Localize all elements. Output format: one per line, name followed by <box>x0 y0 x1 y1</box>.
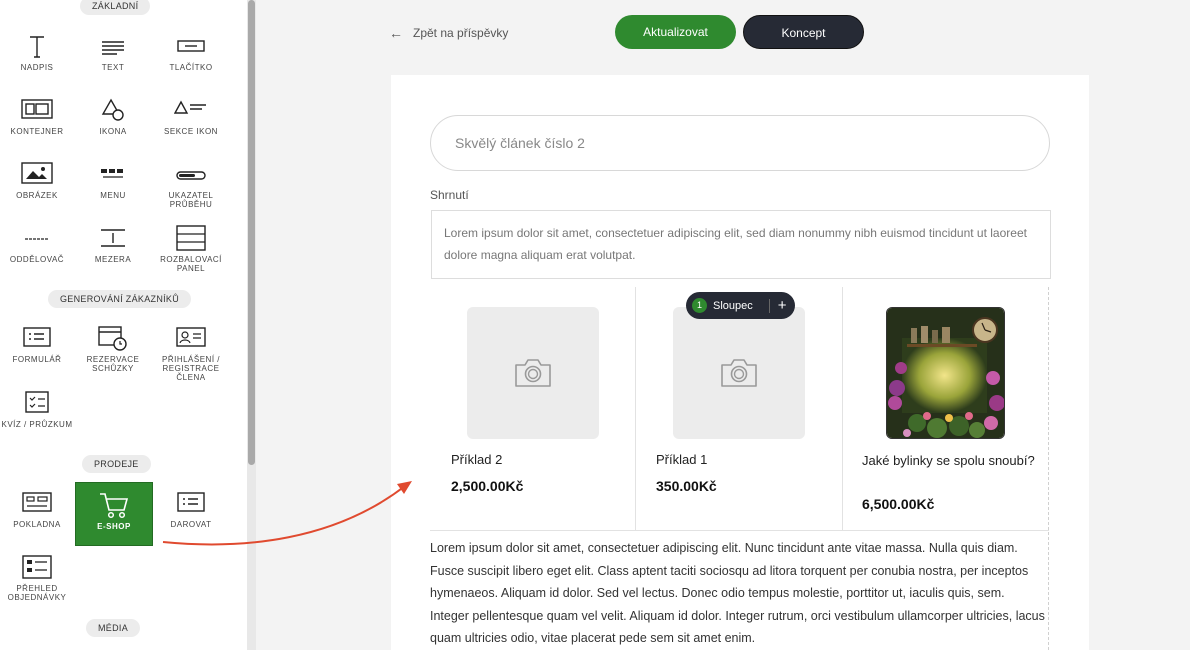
text-icon <box>76 33 150 63</box>
tool-button[interactable]: TLAČÍTKO <box>154 33 228 72</box>
image-icon <box>0 161 74 191</box>
chip-separator <box>768 298 770 313</box>
product-name[interactable]: Příklad 1 <box>656 451 826 469</box>
order-summary-icon <box>0 554 74 584</box>
column-chip-label: Sloupec <box>713 299 753 312</box>
section-media: MÉDIA <box>86 619 141 637</box>
tool-icon[interactable]: IKONA <box>76 97 150 136</box>
drag-hint-arrow <box>162 481 412 546</box>
shapes-icon <box>76 97 150 127</box>
product-price: 6,500.00Kč <box>862 496 935 512</box>
tool-divider[interactable]: ODDĚLOVAČ <box>0 225 74 264</box>
tool-checkout[interactable]: POKLADNA <box>0 490 74 529</box>
tool-order-summary-label: PŘEHLED OBJEDNÁVKY <box>7 584 67 602</box>
tool-booking[interactable]: REZERVACE SCHŮZKY <box>76 325 150 373</box>
back-label: Zpět na příspěvky <box>413 26 509 40</box>
tool-divider-label: ODDĚLOVAČ <box>9 255 65 264</box>
product-price: 2,500.00Kč <box>451 478 524 494</box>
arrow-left-icon: ← <box>389 25 403 41</box>
product-name[interactable]: Jaké bylinky se spolu snoubí? <box>862 452 1042 470</box>
tool-text-label: TEXT <box>101 63 125 72</box>
tool-member-login[interactable]: PŘIHLÁŠENÍ / REGISTRACE ČLENA <box>154 325 228 382</box>
divider-icon <box>0 225 74 255</box>
tool-heading[interactable]: NADPIS <box>0 33 74 72</box>
tool-checkout-label: POKLADNA <box>13 520 61 529</box>
shopping-cart-icon <box>76 490 152 522</box>
post-body-text[interactable]: Lorem ipsum dolor sit amet, consectetuer… <box>430 537 1045 650</box>
calendar-clock-icon <box>76 325 150 355</box>
tool-form-label: FORMULÁŘ <box>12 355 62 364</box>
summary-textarea[interactable]: Lorem ipsum dolor sit amet, consectetuer… <box>431 210 1051 279</box>
tool-eshop[interactable]: E-SHOP <box>75 482 153 546</box>
post-title-input[interactable]: Skvělý článek číslo 2 <box>430 115 1050 171</box>
checklist-icon <box>0 390 74 420</box>
tool-spacer-label: MEZERA <box>94 255 132 264</box>
heading-icon <box>0 33 74 63</box>
tool-collapsible[interactable]: ROZBALOVACÍ PANEL <box>154 225 228 273</box>
column-divider <box>842 287 843 531</box>
tool-eshop-label: E-SHOP <box>97 522 131 531</box>
tool-menu[interactable]: MENU <box>76 161 150 200</box>
tool-button-label: TLAČÍTKO <box>169 63 213 72</box>
tool-progress-label: UKAZATEL PRŮBĚHU <box>168 191 214 209</box>
tool-icon-label: IKONA <box>99 127 127 136</box>
section-basic: ZÁKLADNÍ <box>80 0 151 15</box>
back-to-posts-link[interactable]: ← Zpět na příspěvky <box>389 25 508 41</box>
product-image-placeholder[interactable] <box>673 307 805 439</box>
progress-icon <box>154 161 228 191</box>
member-card-icon <box>154 325 228 355</box>
tool-container-label: KONTEJNER <box>10 127 64 136</box>
column-guide <box>1048 287 1049 650</box>
tool-order-summary[interactable]: PŘEHLED OBJEDNÁVKY <box>0 554 74 602</box>
menu-icon <box>76 161 150 191</box>
product-name[interactable]: Příklad 2 <box>451 451 621 469</box>
tool-quiz-label: KVÍZ / PRŮZKUM <box>1 420 73 429</box>
summary-label: Shrnutí <box>430 188 469 202</box>
form-icon <box>0 325 74 355</box>
column-divider <box>635 287 636 531</box>
scrollbar-thumb[interactable] <box>248 0 255 465</box>
tool-collapsible-label: ROZBALOVACÍ PANEL <box>160 255 222 273</box>
button-icon <box>154 33 228 63</box>
spacer-icon <box>76 225 150 255</box>
tool-image-label: OBRÁZEK <box>16 191 58 200</box>
column-number-badge: 1 <box>692 298 707 313</box>
collapsible-icon <box>154 225 228 255</box>
section-sales: PRODEJE <box>82 455 151 473</box>
herbal-garden-illustration <box>887 308 1004 438</box>
tool-image[interactable]: OBRÁZEK <box>0 161 74 200</box>
product-image-placeholder[interactable] <box>467 307 599 439</box>
tool-text[interactable]: TEXT <box>76 33 150 72</box>
tool-icon-section[interactable]: SEKCE IKON <box>154 97 228 136</box>
product-photo-herbs[interactable] <box>886 307 1005 439</box>
tool-icon-section-label: SEKCE IKON <box>164 127 218 136</box>
camera-icon <box>721 359 757 387</box>
section-customer-gen: GENEROVÁNÍ ZÁKAZNÍKŮ <box>48 290 192 308</box>
column-toolbar[interactable]: 1 Sloupec + <box>686 292 795 319</box>
checkout-icon <box>0 490 74 520</box>
tool-heading-label: NADPIS <box>20 63 54 72</box>
icon-section-icon <box>154 97 228 127</box>
camera-icon <box>515 359 551 387</box>
tool-booking-label: REZERVACE SCHŮZKY <box>86 355 140 373</box>
add-column-button[interactable]: + <box>778 297 787 314</box>
tool-quiz[interactable]: KVÍZ / PRŮZKUM <box>0 390 74 429</box>
draft-button[interactable]: Koncept <box>743 15 864 49</box>
update-button[interactable]: Aktualizovat <box>615 15 736 49</box>
tool-member-login-label: PŘIHLÁŠENÍ / REGISTRACE ČLENA <box>161 355 220 382</box>
tool-progress[interactable]: UKAZATEL PRŮBĚHU <box>154 161 228 209</box>
product-price: 350.00Kč <box>656 478 717 494</box>
tool-form[interactable]: FORMULÁŘ <box>0 325 74 364</box>
tool-container[interactable]: KONTEJNER <box>0 97 74 136</box>
tool-spacer[interactable]: MEZERA <box>76 225 150 264</box>
container-icon <box>0 97 74 127</box>
tool-menu-label: MENU <box>100 191 126 200</box>
